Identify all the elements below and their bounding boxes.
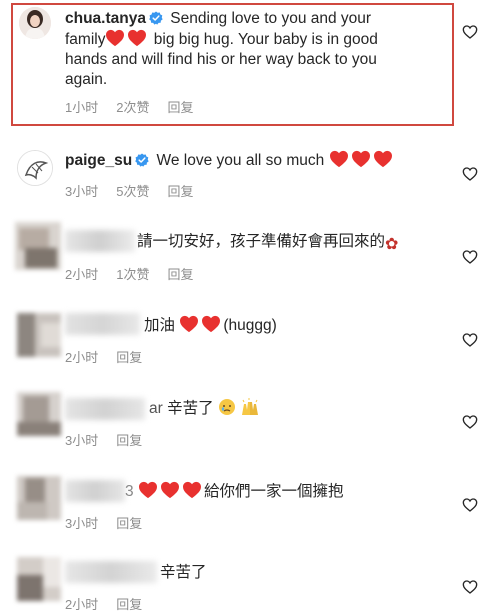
blurred-username: [65, 313, 140, 335]
reply-button[interactable]: 回复: [167, 100, 193, 115]
comment-text: again.: [65, 71, 108, 88]
blurred-username: [65, 561, 157, 583]
avatar[interactable]: [15, 222, 61, 270]
blurred-username-tail: 3: [125, 483, 134, 500]
red-heart-emoji: [329, 150, 349, 168]
red-heart-emoji: [373, 150, 393, 168]
comment-time: 2小时: [65, 350, 99, 365]
blurred-username: [65, 398, 145, 420]
comment-text: 給你們一家一個擁抱: [203, 483, 344, 500]
comment-text: Sending love to you and your: [170, 10, 372, 27]
comment-text: 辛苦了: [160, 564, 207, 581]
avatar[interactable]: [19, 7, 51, 39]
avatar[interactable]: [17, 313, 61, 357]
verified-badge-icon: [135, 153, 149, 167]
comment-text: 加油: [144, 317, 176, 334]
comment-text: hands and will find his or her way back …: [65, 51, 377, 68]
like-count[interactable]: 2次赞: [116, 100, 149, 115]
like-count[interactable]: 5次赞: [116, 184, 149, 199]
comment-time: 3小时: [65, 433, 99, 448]
raised-hands-emoji: [240, 398, 260, 422]
comment-time: 2小时: [65, 597, 99, 612]
comment-time: 3小时: [65, 184, 99, 199]
red-heart-emoji: [127, 29, 147, 47]
comment-text: We love you all so much: [156, 152, 325, 169]
reply-button[interactable]: 回复: [116, 597, 142, 612]
avatar[interactable]: [17, 476, 61, 520]
red-heart-emoji: [160, 481, 180, 499]
reply-button[interactable]: 回复: [167, 267, 193, 282]
avatar[interactable]: [17, 392, 61, 436]
red-heart-emoji: [351, 150, 371, 168]
crying-face-emoji: [218, 398, 236, 422]
red-heart-emoji: [179, 315, 199, 333]
red-heart-emoji: [105, 29, 125, 47]
reply-button[interactable]: 回复: [167, 184, 193, 199]
comment-time: 3小时: [65, 516, 99, 531]
red-heart-emoji: [182, 481, 202, 499]
reply-button[interactable]: 回复: [116, 516, 142, 531]
heart-outline-icon[interactable]: [462, 414, 478, 430]
heart-outline-icon[interactable]: [462, 24, 478, 40]
comment-text: 辛苦了: [167, 400, 214, 417]
comment-text: family: [65, 31, 106, 48]
like-count[interactable]: 1次赞: [116, 267, 149, 282]
heart-outline-icon[interactable]: [462, 332, 478, 348]
blurred-username: [65, 480, 125, 502]
heart-outline-icon[interactable]: [462, 579, 478, 595]
heart-outline-icon[interactable]: [462, 497, 478, 513]
comment-username[interactable]: chua.tanya: [65, 10, 146, 27]
avatar[interactable]: [17, 557, 61, 601]
red-heart-emoji: [138, 481, 158, 499]
comment-text: 請一切安好，孩子準備好會再回來的: [137, 233, 386, 250]
reply-button[interactable]: 回复: [116, 350, 142, 365]
comment-username[interactable]: paige_su: [65, 152, 132, 169]
comment-text: (huggg): [223, 317, 277, 334]
comment-time: 2小时: [65, 267, 99, 282]
avatar[interactable]: [17, 150, 53, 186]
blurred-username-tail: ar: [149, 400, 163, 417]
rose-emoji: ✿: [385, 236, 399, 253]
blurred-username: [65, 230, 135, 252]
red-heart-emoji: [201, 315, 221, 333]
comment-time: 1小时: [65, 100, 99, 115]
heart-outline-icon[interactable]: [462, 166, 478, 182]
heart-outline-icon[interactable]: [462, 249, 478, 265]
comment-text: big big hug. Your baby is in good: [153, 31, 378, 48]
reply-button[interactable]: 回复: [116, 433, 142, 448]
verified-badge-icon: [149, 11, 163, 25]
